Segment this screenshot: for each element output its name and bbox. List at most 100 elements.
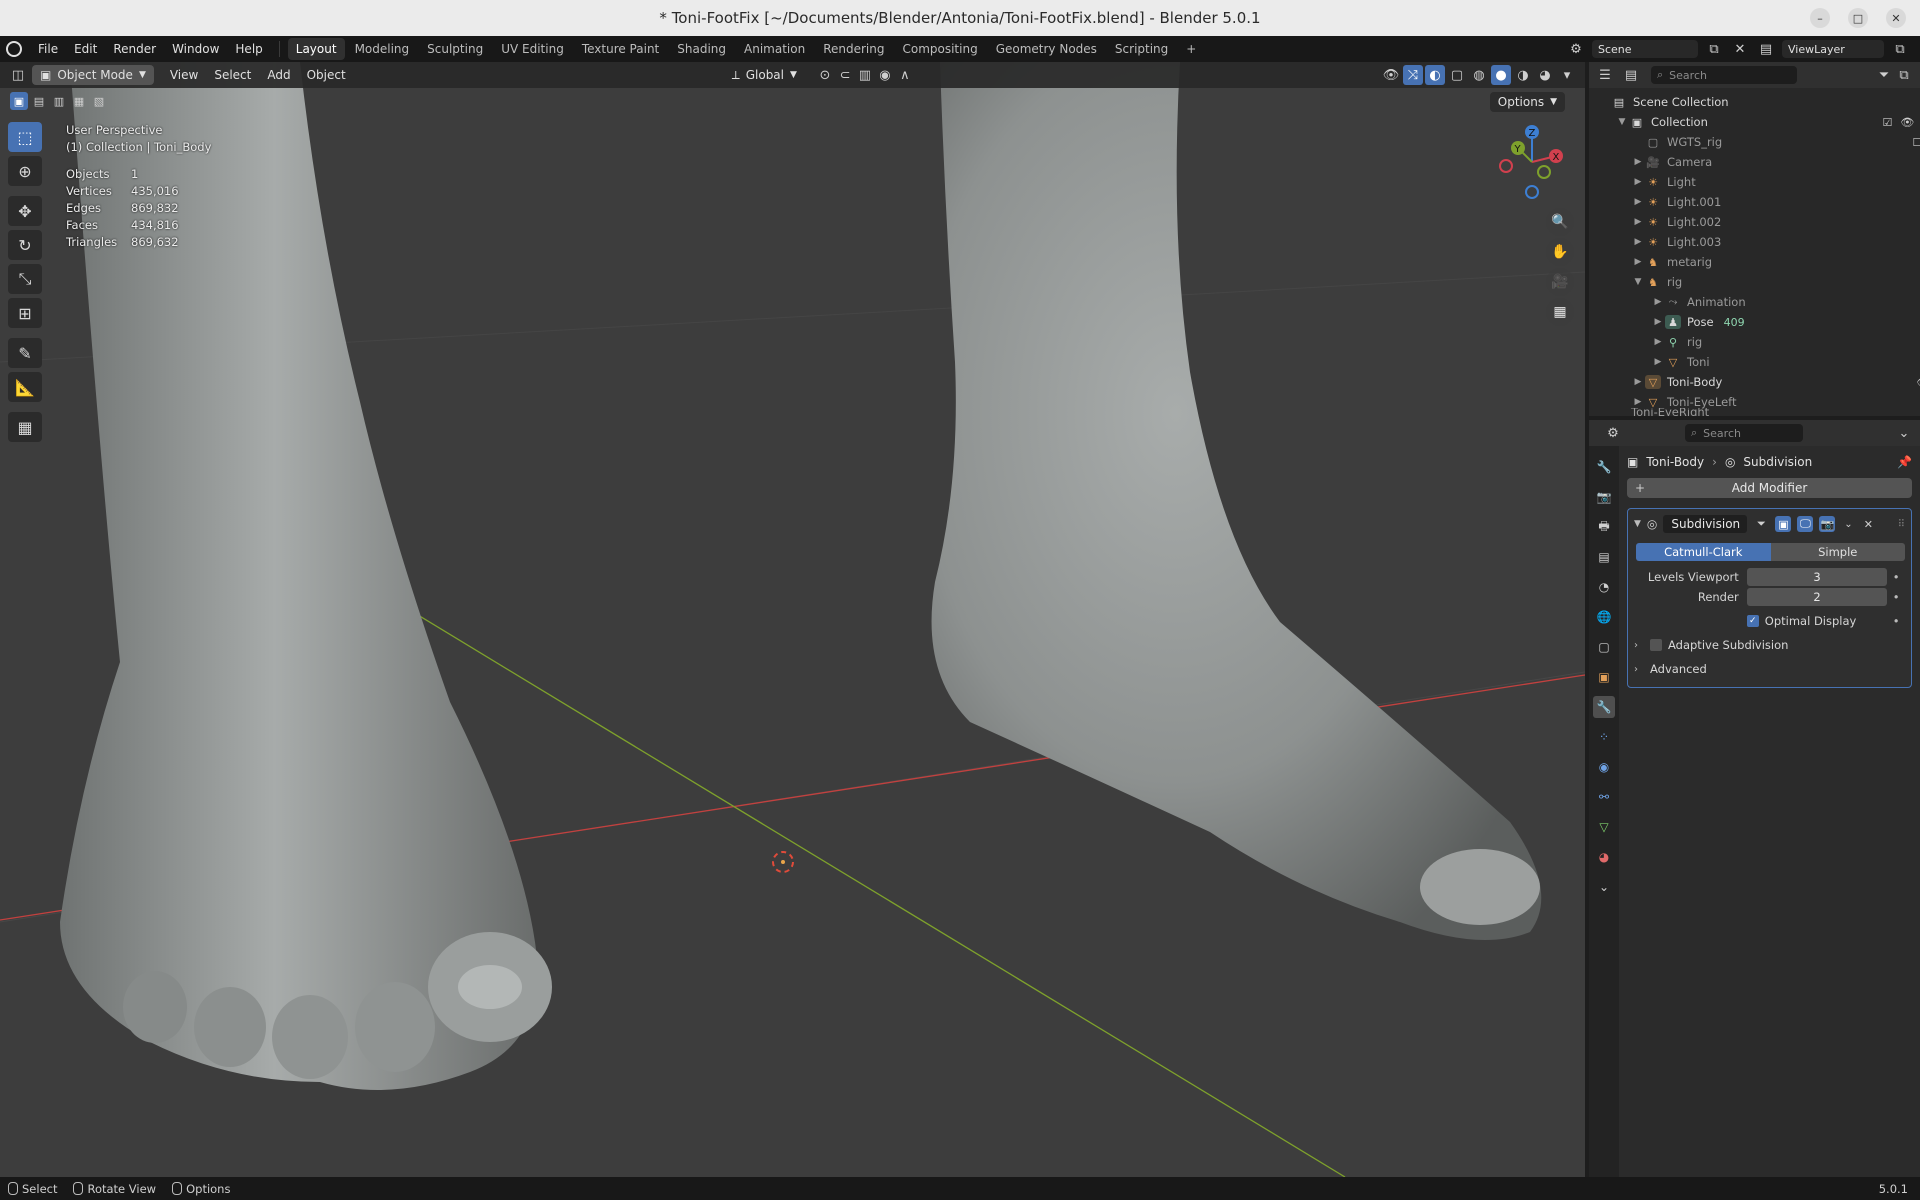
keyframe-dot-icon[interactable]: • <box>1887 590 1905 604</box>
adaptive-subdivision-subpanel[interactable]: › Adaptive Subdivision <box>1634 633 1905 657</box>
wireframe-shading-icon[interactable]: ◍ <box>1469 65 1489 85</box>
chevron-down-icon[interactable]: ⌄ <box>1894 423 1914 443</box>
outliner-row-rig-data[interactable]: ▶ ⚲ rig <box>1589 332 1920 352</box>
object-tab-icon[interactable]: ▣ <box>1593 666 1615 688</box>
menu-render[interactable]: Render <box>105 36 164 62</box>
view-layer-icon[interactable]: ▤ <box>1756 39 1776 59</box>
chevron-right-icon[interactable]: ▶ <box>1631 237 1645 247</box>
modifier-name-field[interactable]: Subdivision <box>1663 515 1748 533</box>
outliner-row-toni-body[interactable]: ▶ ▽ Toni-Body 👁📷 <box>1589 372 1920 392</box>
add-workspace-button[interactable]: + <box>1178 38 1204 60</box>
snap-icon[interactable]: ⊂ <box>835 65 855 85</box>
edit-mode-icon[interactable]: ▣ <box>1775 516 1792 532</box>
perspective-toggle-icon[interactable]: ▦ <box>1546 298 1574 326</box>
zoom-icon[interactable]: 🔍 <box>1546 208 1574 236</box>
minimize-button[interactable]: – <box>1810 8 1830 28</box>
chevron-right-icon[interactable]: ▶ <box>1651 317 1665 327</box>
menu-file[interactable]: File <box>30 36 66 62</box>
tab-geometry-nodes[interactable]: Geometry Nodes <box>988 38 1105 60</box>
world-tab-icon[interactable]: 🌐 <box>1593 606 1615 628</box>
overlay-toggle-icon[interactable]: ◐ <box>1425 65 1445 85</box>
falloff-icon[interactable]: ∧ <box>895 65 915 85</box>
rotate-tool-icon[interactable]: ↻ <box>8 230 42 260</box>
outliner-row-light-001[interactable]: ▶ ☀ Light.001 ◡📷 <box>1589 192 1920 212</box>
view-layer-selector[interactable]: ViewLayer <box>1782 40 1884 58</box>
close-icon[interactable]: ✕ <box>1861 516 1875 532</box>
delete-scene-icon[interactable]: ✕ <box>1730 39 1750 59</box>
scene-icon[interactable]: ⚙ <box>1566 39 1586 59</box>
outliner-row-light-002[interactable]: ▶ ☀ Light.002 ◡📷 <box>1589 212 1920 232</box>
blender-logo-icon[interactable] <box>6 41 22 57</box>
snap-target-icon[interactable]: ▥ <box>855 65 875 85</box>
editor-type-icon[interactable]: ◫ <box>8 65 28 85</box>
transform-orientation-selector[interactable]: ⟂ Global ▼ <box>724 65 805 85</box>
checkbox-icon[interactable]: ☑ <box>1882 116 1892 129</box>
tab-modeling[interactable]: Modeling <box>347 38 418 60</box>
pivot-icon[interactable]: ⊙ <box>815 65 835 85</box>
chevron-down-icon[interactable]: ⌄ <box>1841 516 1855 532</box>
material-shading-icon[interactable]: ◑ <box>1513 65 1533 85</box>
chevron-down-icon[interactable]: ▼ <box>1615 117 1629 127</box>
tool-tab-icon[interactable]: 🔧 <box>1593 456 1615 478</box>
outliner-row-metarig[interactable]: ▶ ♞ metarig ◡📷 <box>1589 252 1920 272</box>
scene-tab-icon[interactable]: ◔ <box>1593 576 1615 598</box>
chevron-right-icon[interactable]: ▶ <box>1631 397 1645 407</box>
select-new-icon[interactable]: ▣ <box>10 92 28 110</box>
render-toggle-icon[interactable]: 📷 <box>1819 516 1836 532</box>
annotate-tool-icon[interactable]: ✎ <box>8 338 42 368</box>
menu-select[interactable]: Select <box>206 65 259 85</box>
tab-rendering[interactable]: Rendering <box>815 38 892 60</box>
levels-viewport-field[interactable]: 3 <box>1746 568 1888 586</box>
outliner-row-light-003[interactable]: ▶ ☀ Light.003 ◡📷 <box>1589 232 1920 252</box>
measure-tool-icon[interactable]: 📐 <box>8 372 42 402</box>
drag-handle-icon[interactable]: ⠿ <box>1898 519 1905 530</box>
menu-window[interactable]: Window <box>164 36 227 62</box>
filter-icon[interactable]: ⏷ <box>1874 65 1894 85</box>
view-layer-tab-icon[interactable]: ▤ <box>1593 546 1615 568</box>
scale-tool-icon[interactable]: ⤡ <box>8 264 42 294</box>
navigation-gizmo[interactable]: Z X Y <box>1490 122 1570 202</box>
collection-tab-icon[interactable]: ▢ <box>1593 636 1615 658</box>
particles-tab-icon[interactable]: ⁘ <box>1593 726 1615 748</box>
mode-selector[interactable]: ▣ Object Mode ▼ <box>32 65 154 85</box>
pan-hand-icon[interactable]: ✋ <box>1546 238 1574 266</box>
transform-tool-icon[interactable]: ⊞ <box>8 298 42 328</box>
chevron-right-icon[interactable]: ▶ <box>1651 357 1665 367</box>
on-cage-icon[interactable]: ⏷ <box>1753 516 1769 532</box>
editor-type-icon[interactable]: ☰ <box>1595 65 1615 85</box>
tab-scripting[interactable]: Scripting <box>1107 38 1176 60</box>
tab-sculpting[interactable]: Sculpting <box>419 38 491 60</box>
tab-texture-paint[interactable]: Texture Paint <box>574 38 667 60</box>
simple-button[interactable]: Simple <box>1770 543 1905 561</box>
proportional-edit-icon[interactable]: ◉ <box>875 65 895 85</box>
display-mode-icon[interactable]: ▤ <box>1621 65 1641 85</box>
outliner-row-light[interactable]: ▶ ☀ Light ◡📷 <box>1589 172 1920 192</box>
move-tool-icon[interactable]: ✥ <box>8 196 42 226</box>
adaptive-checkbox[interactable] <box>1650 639 1662 651</box>
properties-search-input[interactable]: ⌕ Search <box>1685 424 1803 442</box>
gizmo-toggle-icon[interactable]: ⤨ <box>1403 65 1423 85</box>
chevron-right-icon[interactable]: ▶ <box>1631 257 1645 267</box>
editor-type-icon[interactable]: ⚙ <box>1603 423 1623 443</box>
chevron-right-icon[interactable]: ▶ <box>1631 377 1645 387</box>
select-subtract-icon[interactable]: ▥ <box>50 92 68 110</box>
constraints-tab-icon[interactable]: ⚯ <box>1593 786 1615 808</box>
menu-view[interactable]: View <box>162 65 206 85</box>
outliner-row-rig[interactable]: ▼ ♞ rig ◡📷 <box>1589 272 1920 292</box>
maximize-button[interactable]: □ <box>1848 8 1868 28</box>
select-extend-icon[interactable]: ▤ <box>30 92 48 110</box>
material-tab-icon[interactable]: ◕ <box>1593 846 1615 868</box>
cursor-tool-icon[interactable]: ⊕ <box>8 156 42 186</box>
optimal-display-checkbox[interactable]: ✓ Optimal Display <box>1746 614 1887 628</box>
tab-layout[interactable]: Layout <box>287 38 345 60</box>
advanced-subpanel[interactable]: › Advanced <box>1634 657 1905 681</box>
tab-uv-editing[interactable]: UV Editing <box>493 38 572 60</box>
mesh-data-tab-icon[interactable]: ▽ <box>1593 816 1615 838</box>
solid-shading-icon[interactable]: ● <box>1491 65 1511 85</box>
viewport-options-button[interactable]: Options ▼ <box>1489 92 1565 112</box>
tab-compositing[interactable]: Compositing <box>894 38 985 60</box>
outliner-row-toni[interactable]: ▶ ▽ Toni ◡📷 <box>1589 352 1920 372</box>
keyframe-dot-icon[interactable]: • <box>1887 570 1905 584</box>
catmull-clark-button[interactable]: Catmull-Clark <box>1636 543 1771 561</box>
close-window-button[interactable]: ✕ <box>1886 8 1906 28</box>
